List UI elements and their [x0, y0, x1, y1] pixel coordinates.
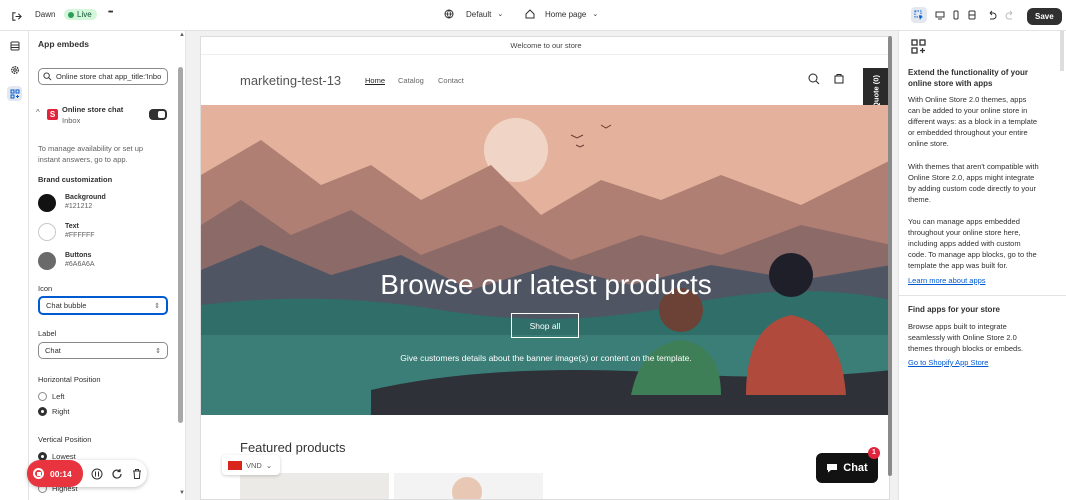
save-button[interactable]: Save: [1027, 8, 1062, 25]
color-hex: #6A6A6A: [65, 261, 95, 268]
mobile-icon[interactable]: [948, 7, 964, 23]
hero-caption: Give customers details about the banner …: [400, 353, 692, 363]
app-logo-icon: S: [47, 109, 58, 120]
preview-area: Welcome to our store marketing-test-13 H…: [186, 31, 898, 500]
brand-heading: Brand customization: [38, 175, 113, 184]
color-hex: #121212: [65, 203, 93, 210]
radio-label: Right: [52, 407, 70, 416]
preview-scrollbar[interactable]: [888, 36, 892, 476]
panel-title: App embeds: [38, 39, 90, 49]
shop-all-button[interactable]: Shop all: [511, 313, 579, 338]
desktop-icon[interactable]: [932, 7, 948, 23]
nav-catalog[interactable]: Catalog: [398, 76, 424, 85]
product-card[interactable]: [240, 473, 389, 499]
nav-contact[interactable]: Contact: [438, 76, 464, 85]
icon-select[interactable]: Chat bubble ⇕: [38, 296, 168, 315]
store-preview-frame: Welcome to our store marketing-test-13 H…: [200, 36, 890, 500]
chat-bubble-icon: [827, 464, 838, 473]
app-store-link[interactable]: Go to Shopify App Store: [908, 358, 988, 367]
color-label: Buttons: [65, 252, 92, 259]
product-card[interactable]: [394, 473, 543, 499]
top-bar: Dawn Live ••• Default ⌄ Home page ⌄ Save: [0, 0, 1066, 31]
apps-icon: [911, 39, 926, 54]
screen-recorder-widget: 00:14: [27, 460, 147, 487]
help-text: To manage availability or set up instant…: [38, 144, 144, 164]
trash-icon[interactable]: [131, 468, 143, 480]
featured-heading: Featured products: [240, 440, 346, 455]
info-heading: Find apps for your store: [908, 305, 1001, 314]
learn-more-link[interactable]: Learn more about apps: [908, 276, 986, 285]
more-actions-button[interactable]: •••: [108, 9, 113, 16]
color-label: Text: [65, 223, 79, 230]
app-embed-toggle[interactable]: [149, 109, 167, 120]
hpos-label: Horizontal Position: [38, 375, 101, 384]
search-icon: [43, 72, 52, 81]
text-color-swatch[interactable]: [38, 223, 56, 241]
theme-settings-gear-icon[interactable]: [7, 62, 22, 77]
info-paragraph: With Online Store 2.0 themes, apps can b…: [908, 95, 1038, 148]
app-embeds-panel: ▲ ▼ App embeds Online store chat app_tit…: [29, 31, 186, 500]
vpos-label: Vertical Position: [38, 435, 92, 444]
radio-label: Left: [52, 392, 65, 401]
info-scrollbar[interactable]: [1060, 31, 1064, 71]
collapse-chevron-icon[interactable]: ^: [36, 108, 40, 117]
scroll-up-icon[interactable]: ▲: [179, 32, 185, 38]
info-paragraph: You can manage apps embedded throughout …: [908, 217, 1037, 270]
radio-left[interactable]: [38, 392, 47, 401]
vietnam-flag-icon: [228, 460, 242, 470]
info-panel: Extend the functionality of your online …: [898, 31, 1066, 500]
nav-home[interactable]: Home: [365, 76, 385, 85]
scroll-down-icon[interactable]: ▼: [179, 490, 185, 496]
app-embeds-icon[interactable]: [7, 86, 22, 101]
divider: [899, 295, 1066, 296]
inspector-toggle-icon[interactable]: [911, 7, 927, 23]
buttons-color-swatch[interactable]: [38, 252, 56, 270]
app-name: Online store chat: [62, 105, 124, 114]
globe-icon: [444, 9, 454, 19]
page-select[interactable]: Home page ⌄: [525, 9, 598, 19]
panel-scrollbar[interactable]: [178, 67, 183, 423]
live-dot-icon: [68, 11, 74, 18]
restart-icon[interactable]: [111, 468, 123, 480]
search-input[interactable]: Online store chat app_title:'Inbo: [38, 68, 168, 85]
background-color-swatch[interactable]: [38, 194, 56, 212]
select-arrows-icon: ⇕: [154, 302, 160, 310]
icon-label: Icon: [38, 284, 53, 293]
device-select[interactable]: Default ⌄: [444, 9, 503, 19]
stop-recording-button[interactable]: 00:14: [27, 460, 83, 487]
fullscreen-icon[interactable]: [964, 7, 980, 23]
label-select[interactable]: Chat ⇕: [38, 342, 168, 359]
cart-icon[interactable]: [833, 73, 845, 85]
redo-icon[interactable]: [1002, 7, 1018, 23]
currency-selector[interactable]: VND ⌄: [222, 455, 280, 475]
left-rail: [0, 31, 29, 500]
radio-right[interactable]: [38, 407, 47, 416]
info-paragraph: With themes that aren't compatible with …: [908, 162, 1039, 204]
chevron-down-icon: ⌄: [497, 11, 504, 18]
hero-title: Browse our latest products: [380, 269, 712, 300]
app-subtitle: Inbox: [62, 116, 81, 125]
pause-icon[interactable]: [91, 468, 103, 480]
chevron-down-icon: ⌄: [592, 11, 599, 18]
exit-icon[interactable]: [8, 8, 24, 24]
stop-icon: [33, 468, 44, 479]
hero-illustration: [201, 105, 889, 415]
color-label: Background: [65, 194, 106, 201]
info-paragraph: Browse apps built to integrate seamlessl…: [908, 322, 1024, 353]
label-label: Label: [38, 329, 57, 338]
theme-name: Dawn: [35, 10, 56, 19]
chevron-down-icon: ⌄: [265, 460, 273, 470]
chat-launcher-button[interactable]: Chat: [816, 453, 878, 483]
store-logo[interactable]: marketing-test-13: [240, 73, 341, 88]
live-badge: Live: [64, 9, 97, 20]
select-arrows-icon: ⇕: [155, 347, 161, 355]
color-hex: #FFFFFF: [65, 232, 95, 239]
info-heading: Extend the functionality of your online …: [908, 68, 1029, 88]
sections-icon[interactable]: [7, 38, 22, 53]
home-icon: [525, 9, 535, 19]
announcement-bar: Welcome to our store: [201, 37, 889, 55]
store-search-icon[interactable]: [808, 73, 820, 85]
undo-icon[interactable]: [984, 7, 1000, 23]
chat-unread-badge: 1: [868, 447, 880, 459]
